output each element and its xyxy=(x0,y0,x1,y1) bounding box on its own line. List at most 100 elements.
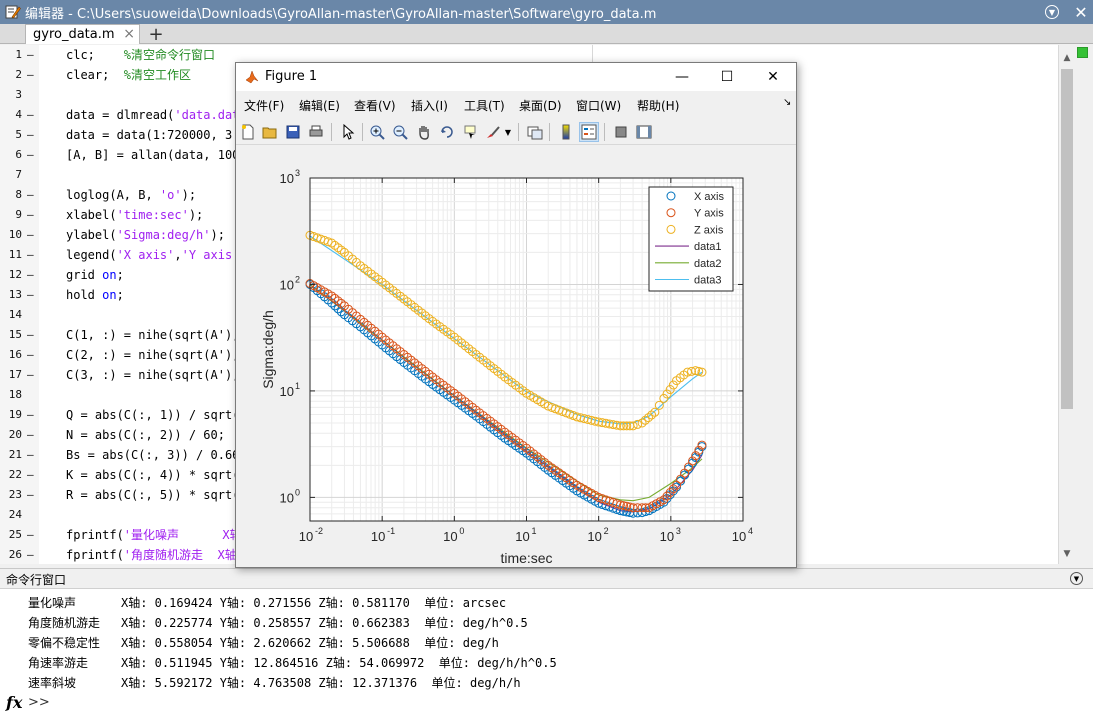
dock-arrow-icon[interactable]: ↘ xyxy=(783,97,791,108)
pan-hand-icon[interactable] xyxy=(414,122,434,142)
line-number[interactable]: 24 xyxy=(0,505,22,525)
line-number[interactable]: 3 xyxy=(0,85,22,105)
line-number[interactable]: 12 xyxy=(0,265,22,285)
open-file-icon[interactable] xyxy=(260,122,280,142)
data-cursor-icon[interactable] xyxy=(460,122,480,142)
line-number[interactable]: 4 xyxy=(0,105,22,125)
line-number[interactable]: 5 xyxy=(0,125,22,145)
menu-file[interactable]: 文件(F) xyxy=(244,97,284,114)
output-line: 角度随机游走 X轴: 0.225774 Y轴: 0.258557 Z轴: 0.66… xyxy=(28,613,528,633)
breakpoint-marker[interactable]: – xyxy=(27,525,34,545)
command-window-title: 命令行窗口 xyxy=(6,573,67,587)
brush-dropdown-icon[interactable]: ▼ xyxy=(503,122,513,142)
tab-gyro-data[interactable]: gyro_data.m × xyxy=(25,24,140,44)
line-number[interactable]: 15 xyxy=(0,325,22,345)
edit-plot-cursor-icon[interactable] xyxy=(338,122,358,142)
print-figure-icon[interactable] xyxy=(306,122,326,142)
figure-minimize-button[interactable]: — xyxy=(667,67,697,87)
editor-scrollbar[interactable]: ▲ ▼ xyxy=(1058,45,1074,564)
line-number[interactable]: 13 xyxy=(0,285,22,305)
editor-options-icon[interactable]: ▼ xyxy=(1045,5,1059,19)
breakpoint-marker[interactable]: – xyxy=(27,445,34,465)
breakpoint-marker[interactable]: – xyxy=(27,285,34,305)
brush-data-icon[interactable] xyxy=(483,122,503,142)
line-number[interactable]: 11 xyxy=(0,245,22,265)
breakpoint-marker[interactable]: – xyxy=(27,205,34,225)
command-prompt: >> xyxy=(28,695,50,710)
show-plot-tools-icon[interactable] xyxy=(634,122,654,142)
breakpoint-marker[interactable]: – xyxy=(27,125,34,145)
legend-icon[interactable] xyxy=(579,122,599,142)
new-figure-icon[interactable] xyxy=(238,122,258,142)
menu-edit[interactable]: 编辑(E) xyxy=(299,97,340,114)
breakpoint-marker[interactable]: – xyxy=(27,225,34,245)
x-tick-exponent: 4 xyxy=(748,526,753,536)
line-number[interactable]: 19 xyxy=(0,405,22,425)
code-text: clear; %清空工作区 xyxy=(66,68,192,82)
output-label: 角度随机游走 xyxy=(28,616,101,630)
menu-window[interactable]: 窗口(W) xyxy=(576,97,621,114)
output-values: X轴: 0.558054 Y轴: 2.620662 Z轴: 5.506688 单… xyxy=(121,636,499,650)
breakpoint-marker[interactable]: – xyxy=(27,485,34,505)
line-number[interactable]: 17 xyxy=(0,365,22,385)
colorbar-icon[interactable] xyxy=(556,122,576,142)
line-number[interactable]: 16 xyxy=(0,345,22,365)
link-plot-icon[interactable] xyxy=(525,122,545,142)
allan-deviation-plot[interactable]: 10 -2 10 -1 10 0 10 1 10 2 10 3 10 410 010 110 210 3time:… xyxy=(236,146,796,567)
breakpoint-marker[interactable]: – xyxy=(27,45,34,65)
line-number[interactable]: 6 xyxy=(0,145,22,165)
code-analyzer-status-icon[interactable] xyxy=(1077,47,1088,58)
line-number[interactable]: 20 xyxy=(0,425,22,445)
rotate-3d-icon[interactable] xyxy=(437,122,457,142)
menu-insert[interactable]: 插入(I) xyxy=(411,97,448,114)
menu-desktop[interactable]: 桌面(D) xyxy=(519,97,562,114)
breakpoint-marker[interactable]: – xyxy=(27,545,34,564)
line-number[interactable]: 2 xyxy=(0,65,22,85)
breakpoint-marker[interactable]: – xyxy=(27,325,34,345)
breakpoint-marker[interactable]: – xyxy=(27,405,34,425)
scrollbar-thumb[interactable] xyxy=(1061,69,1073,409)
x-tick-label: 10 xyxy=(443,529,457,544)
breakpoint-marker[interactable]: – xyxy=(27,185,34,205)
figure-close-button[interactable]: ✕ xyxy=(758,67,788,87)
line-number[interactable]: 9 xyxy=(0,205,22,225)
scroll-up-icon[interactable]: ▲ xyxy=(1059,53,1075,63)
zoom-out-icon[interactable] xyxy=(390,122,410,142)
line-number[interactable]: 8 xyxy=(0,185,22,205)
breakpoint-marker[interactable]: – xyxy=(27,465,34,485)
line-number[interactable]: 10 xyxy=(0,225,22,245)
line-number[interactable]: 25 xyxy=(0,525,22,545)
line-number[interactable]: 14 xyxy=(0,305,22,325)
breakpoint-marker[interactable]: – xyxy=(27,365,34,385)
menu-view[interactable]: 查看(V) xyxy=(354,97,396,114)
breakpoint-marker[interactable]: – xyxy=(27,145,34,165)
menu-tools[interactable]: 工具(T) xyxy=(464,97,505,114)
command-window[interactable]: 量化噪声 X轴: 0.169424 Y轴: 0.271556 Z轴: 0.5811… xyxy=(0,588,1093,719)
tab-close-icon[interactable]: × xyxy=(123,26,135,42)
breakpoint-marker[interactable]: – xyxy=(27,345,34,365)
line-number[interactable]: 7 xyxy=(0,165,22,185)
line-number[interactable]: 22 xyxy=(0,465,22,485)
function-browser-icon[interactable]: fx xyxy=(6,693,22,712)
add-tab-button[interactable]: + xyxy=(145,24,167,45)
line-number[interactable]: 1 xyxy=(0,45,22,65)
breakpoint-marker[interactable]: – xyxy=(27,245,34,265)
line-number[interactable]: 21 xyxy=(0,445,22,465)
scroll-down-icon[interactable]: ▼ xyxy=(1059,549,1075,559)
editor-close-button[interactable]: ✕ xyxy=(1069,3,1093,22)
save-figure-icon[interactable] xyxy=(283,122,303,142)
breakpoint-marker[interactable]: – xyxy=(27,65,34,85)
menu-help[interactable]: 帮助(H) xyxy=(637,97,679,114)
hide-plot-tools-icon[interactable] xyxy=(611,122,631,142)
zoom-in-icon[interactable] xyxy=(367,122,387,142)
figure-maximize-button[interactable]: ☐ xyxy=(712,67,742,87)
breakpoint-marker[interactable]: – xyxy=(27,105,34,125)
line-number[interactable]: 23 xyxy=(0,485,22,505)
breakpoint-marker[interactable]: – xyxy=(27,425,34,445)
line-number[interactable]: 26 xyxy=(0,545,22,564)
breakpoint-marker[interactable]: – xyxy=(27,265,34,285)
line-number[interactable]: 18 xyxy=(0,385,22,405)
figure-window[interactable]: Figure 1 — ☐ ✕ 文件(F) 编辑(E) 查看(V) 插入(I) 工… xyxy=(235,62,797,568)
command-window-options-icon[interactable]: ▼ xyxy=(1070,572,1083,585)
legend-label: data1 xyxy=(694,241,722,253)
